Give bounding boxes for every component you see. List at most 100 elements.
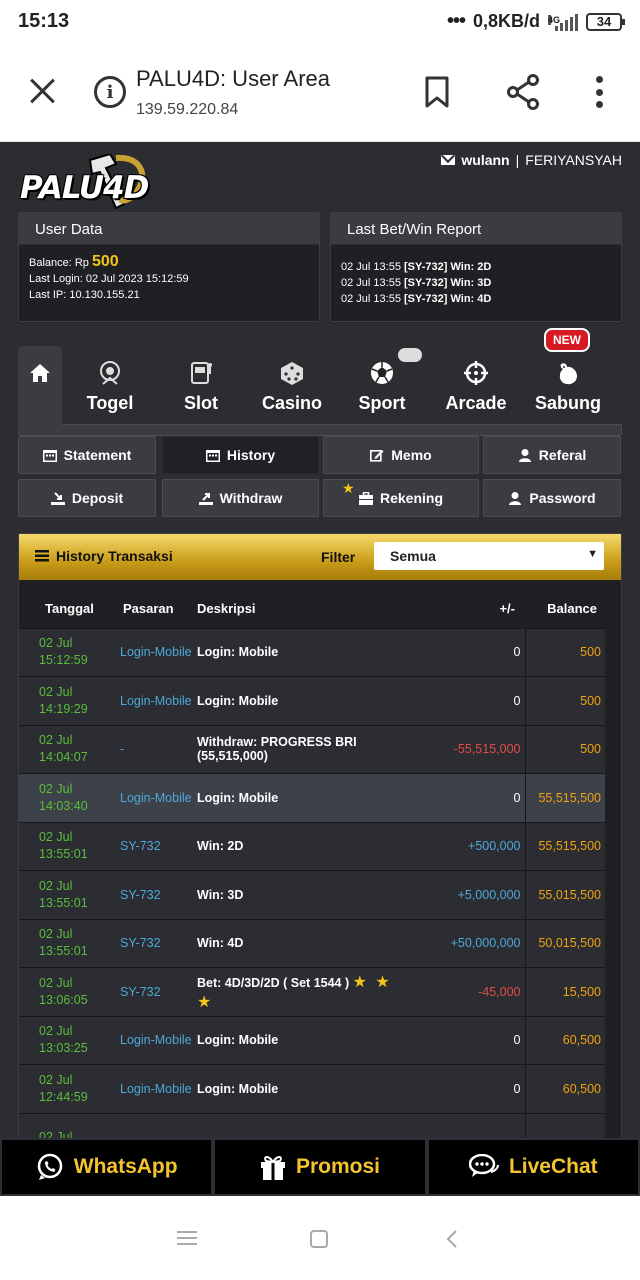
page-url[interactable]: 139.59.220.84 [136,101,238,119]
withdraw-button[interactable]: Withdraw [162,479,319,517]
cell-balance: 60,500 [525,1064,605,1113]
history-button[interactable]: History [162,436,319,474]
back-icon[interactable] [446,1230,458,1248]
tab-sport[interactable]: Sport [348,346,416,424]
promosi-button[interactable]: Promosi [213,1138,427,1196]
history-title: History Transaksi [56,548,173,564]
cell-delta [405,1112,526,1138]
rekening-button[interactable]: ★ Rekening [323,479,479,517]
deposit-icon [50,491,65,505]
tab-arcade[interactable]: Arcade [442,346,510,424]
cell-market[interactable]: SY-732 [115,870,197,919]
slot-machine-icon [191,362,212,384]
user-line: wulann | FERIYANSYAH [441,152,622,168]
cell-description: Login: Mobile [197,1015,405,1065]
cell-delta: -55,515,000 [405,724,526,774]
site-logo[interactable]: PALU4D [18,152,168,212]
col-deskripsi[interactable]: Deskripsi [197,580,405,628]
cell-market[interactable]: - [115,724,197,774]
cell-market[interactable]: Login-Mobile [115,1015,197,1065]
rooster-icon [559,363,577,385]
cell-date: 02 Jul 14:04:07 [19,724,115,774]
cell-market[interactable]: SY-732 [115,821,197,871]
calendar-icon [205,449,220,462]
cell-balance: 500 [525,627,605,677]
cell-market[interactable]: SY-732 [115,918,197,968]
cell-date: 02 Jul 13:03:25 [19,1015,115,1065]
user-icon [518,448,531,462]
cell-description: Win: 4D [197,918,405,968]
cell-description [197,1112,405,1138]
bookmark-icon[interactable] [425,76,449,108]
cell-date: 02 Jul 13:55:01 [19,918,115,968]
balance-value: 500 [92,253,119,270]
deposit-button[interactable]: Deposit [18,479,156,517]
status-time: 15:13 [18,10,70,32]
home-nav-icon[interactable] [310,1230,328,1248]
cell-market[interactable]: Login-Mobile [115,676,197,725]
page-title: PALU4D: User Area [136,66,331,91]
cell-market[interactable]: Login-Mobile [115,627,197,677]
cell-delta: 0 [405,773,526,822]
referal-button[interactable]: Referal [483,436,621,474]
info-icon[interactable]: i [94,76,126,108]
table-row: 02 Jul 14:19:29 Login-Mobile Login: Mobile 0… [19,676,605,725]
cell-market[interactable]: Login-Mobile [115,773,197,822]
col-tanggal[interactable]: Tanggal [19,580,115,628]
table-row: 02 Jul 15:12:59 Login-Mobile Login: Mobile 0… [19,627,605,677]
table-row: 02 Jul 13:55:01 SY-732 Win: 4D +50,000,000 50… [19,918,605,968]
memo-button[interactable]: Memo [323,436,479,474]
table-row: 02 Jul 12:44:59 Login-Mobile Login: Mobile 0… [19,1064,605,1113]
whatsapp-button[interactable]: WhatsApp [0,1138,214,1196]
tab-togel[interactable]: Togel [76,346,144,424]
site-content: PALU4D wulann | FERIYANSYAH User Data Ba… [0,142,640,1138]
password-button[interactable]: Password [483,479,621,517]
more-options-icon[interactable] [594,76,604,108]
col-pasaran[interactable]: Pasaran [115,580,197,628]
close-icon[interactable] [28,76,56,104]
menu-icon[interactable] [177,1230,197,1246]
home-icon [30,364,50,382]
col-balance[interactable]: Balance [525,580,605,628]
mail-icon[interactable] [441,155,456,165]
filter-label: Filter [321,549,356,565]
tab-home[interactable] [18,346,62,432]
cell-delta: 0 [405,1064,526,1113]
cell-market[interactable]: SY-732 [115,967,197,1016]
lottery-ball-icon [100,361,120,385]
user-fullname: FERIYANSYAH [525,152,622,168]
cell-description: Win: 2D [197,821,405,871]
cell-description: Bet: 4D/3D/2D ( Set 1544 ) ★ ★ ★ [197,967,405,1016]
soccer-ball-icon [371,362,393,384]
cell-delta: +5,000,000 [405,870,526,919]
bet-report-line: 02 Jul 13:55 [SY-732] Win: 2D [341,261,492,273]
cell-date: 02 Jul 13:06:05 [19,967,115,1016]
bet-report-panel: Last Bet/Win Report 02 Jul 13:55 [SY-732… [330,212,622,322]
crosshair-icon [464,361,488,385]
bet-report-header: Last Bet/Win Report [331,213,621,245]
tab-slot[interactable]: Slot [170,346,232,424]
cell-description: Withdraw: PROGRESS BRI (55,515,000) [197,724,405,774]
cell-market[interactable] [115,1112,197,1138]
table-row: 02 Jul 13:03:25 Login-Mobile Login: Mobile 0… [19,1015,605,1065]
cell-date: 02 Jul 14:19:29 [19,676,115,725]
livechat-button[interactable]: LiveChat [426,1138,640,1196]
bet-report-line: 02 Jul 13:55 [SY-732] Win: 3D [341,277,492,289]
cell-balance: 55,515,500 [525,821,605,871]
tab-casino[interactable]: Casino [258,346,326,424]
history-table: Tanggal Pasaran Deskripsi +/- Balance 02… [19,580,605,1138]
col-delta[interactable]: +/- [405,580,525,628]
cell-delta: +50,000,000 [405,918,526,968]
tab-sabung[interactable]: Sabung [532,346,604,424]
cell-delta: 0 [405,1015,526,1065]
briefcase-icon [358,491,373,505]
statement-button[interactable]: Statement [18,436,156,474]
share-icon[interactable] [506,74,540,110]
username[interactable]: wulann [461,152,509,168]
cell-date: 02 Jul 12:44:59 [19,1064,115,1113]
chat-icon [468,1154,499,1177]
cell-market[interactable]: Login-Mobile [115,1064,197,1113]
filter-select[interactable]: Semua [374,542,604,570]
cell-balance: 55,015,500 [525,870,605,919]
table-row: 02 Jul 13:55:01 SY-732 Win: 2D +500,000 55,51… [19,821,605,871]
